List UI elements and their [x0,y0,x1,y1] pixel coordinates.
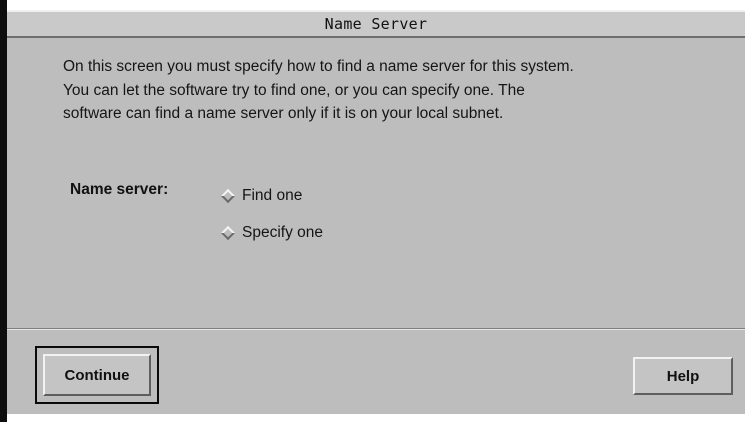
radio-diamond-icon[interactable] [220,225,236,241]
continue-button[interactable]: Continue [43,354,151,396]
window-top-edge [7,0,745,10]
button-area-separator [7,328,745,330]
name-server-window: Name Server On this screen you must spec… [0,0,745,422]
instructions-line: software can find a name server only if … [63,105,504,122]
instructions-line: You can let the software try to find one… [63,81,525,99]
instructions-text: On this screen you must specify how to f… [63,55,723,126]
window-title: Name Server [324,15,428,33]
specify-one-radio[interactable]: Specify one [219,222,323,244]
help-button[interactable]: Help [633,357,733,395]
instructions-line: On this screen you must specify how to f… [63,58,574,75]
find-one-label[interactable]: Find one [242,187,302,205]
name-server-label: Name server: [70,181,169,198]
find-one-radio[interactable]: Find one [219,185,302,207]
title-bar[interactable]: Name Server [7,10,745,38]
radio-diamond-icon[interactable] [220,188,236,204]
window-bottom-edge [7,414,745,422]
specify-one-label[interactable]: Specify one [242,224,323,242]
